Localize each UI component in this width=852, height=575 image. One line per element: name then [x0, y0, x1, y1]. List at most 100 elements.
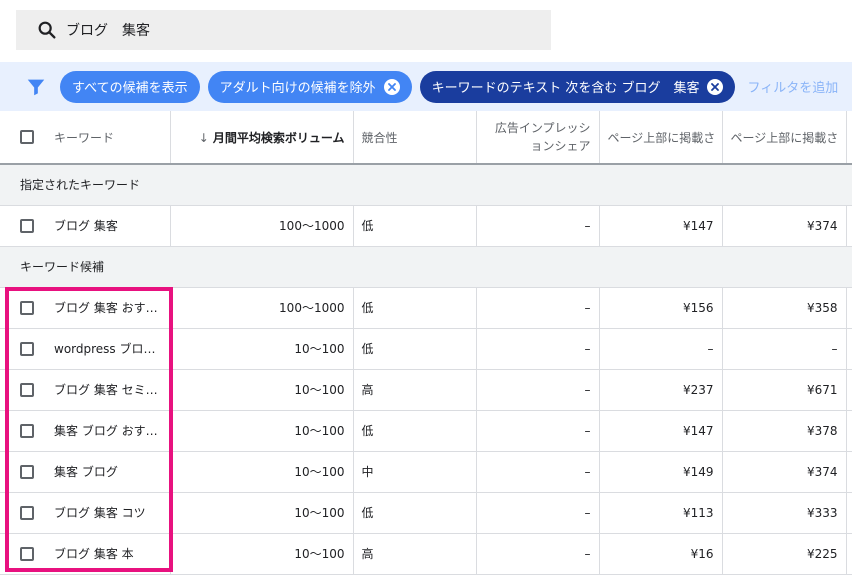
- header-competition[interactable]: 競合性: [353, 111, 477, 165]
- search-icon: [38, 21, 56, 39]
- keyword-text: ブログ 集客 セミナー: [54, 383, 159, 397]
- keyword-cell: 集客 ブログ: [0, 451, 171, 493]
- search-query[interactable]: ブログ 集客: [66, 20, 150, 40]
- row-checkbox[interactable]: [20, 341, 34, 356]
- header-keyword[interactable]: キーワード: [0, 111, 171, 165]
- competition-cell: 高: [353, 533, 477, 575]
- overflow-cell: [846, 533, 852, 575]
- keyword-text: wordpress ブログ 集客: [54, 342, 159, 356]
- top-bid-low-cell: –: [599, 328, 723, 370]
- chip-label: キーワードのテキスト 次を含む ブログ 集客: [431, 81, 700, 96]
- row-checkbox[interactable]: [20, 546, 34, 561]
- close-icon[interactable]: [707, 78, 724, 95]
- close-icon[interactable]: [383, 78, 400, 95]
- top-bid-high-cell: ¥225: [722, 533, 847, 575]
- top-bid-high-cell: –: [722, 328, 847, 370]
- keyword-text: ブログ 集客: [54, 219, 118, 233]
- row-checkbox[interactable]: [20, 505, 34, 520]
- row-checkbox[interactable]: [20, 423, 34, 438]
- top-bid-low-cell: ¥156: [599, 287, 723, 329]
- header-overflow: [846, 111, 852, 165]
- table-row[interactable]: 集客 ブログ おすすめ 10～100 低 – ¥147 ¥378: [0, 410, 852, 452]
- chip-label: すべての候補を表示: [72, 81, 188, 96]
- competition-cell: 中: [353, 451, 477, 493]
- header-impression-share[interactable]: 広告インプレッションシェア: [476, 111, 600, 165]
- keyword-table: キーワード ↓ 月間平均検索ボリューム 競合性 広告インプレッションシェア ページ…: [0, 111, 852, 575]
- row-checkbox[interactable]: [20, 382, 34, 397]
- competition-cell: 高: [353, 369, 477, 411]
- top-bid-low-cell: ¥16: [599, 533, 723, 575]
- keyword-text: 集客 ブログ: [54, 465, 118, 479]
- volume-cell: 10～100: [170, 328, 354, 370]
- row-checkbox[interactable]: [20, 464, 34, 479]
- top-bid-high-cell: ¥378: [722, 410, 847, 452]
- header-top-bid-low[interactable]: ページ上部に掲載さ: [599, 111, 723, 165]
- table-row[interactable]: ブログ 集客 おすすめ 100～1000 低 – ¥156 ¥358: [0, 287, 852, 329]
- overflow-cell: [846, 369, 852, 411]
- impression-share-cell: –: [476, 287, 600, 329]
- section-specified: 指定されたキーワード: [0, 164, 852, 206]
- top-bid-low-cell: ¥147: [599, 205, 723, 247]
- volume-cell: 100～1000: [170, 287, 354, 329]
- volume-cell: 10～100: [170, 492, 354, 534]
- top-bid-high-cell: ¥374: [722, 205, 847, 247]
- select-all-checkbox[interactable]: [20, 130, 34, 144]
- top-bid-high-cell: ¥358: [722, 287, 847, 329]
- top-bid-low-cell: ¥237: [599, 369, 723, 411]
- overflow-cell: [846, 451, 852, 493]
- table-row[interactable]: ブログ 集客 コツ 10～100 低 – ¥113 ¥333: [0, 492, 852, 534]
- keyword-cell: 集客 ブログ おすすめ: [0, 410, 171, 452]
- impression-share-cell: –: [476, 451, 600, 493]
- competition-cell: 低: [353, 410, 477, 452]
- header-top-bid-high[interactable]: ページ上部に掲載さ: [722, 111, 847, 165]
- competition-cell: 低: [353, 328, 477, 370]
- header-volume[interactable]: ↓ 月間平均検索ボリューム: [170, 111, 354, 165]
- sort-arrow-icon: ↓: [198, 130, 209, 145]
- filter-icon[interactable]: [25, 76, 47, 98]
- impression-share-cell: –: [476, 492, 600, 534]
- keyword-cell: ブログ 集客: [0, 205, 171, 247]
- keyword-text: ブログ 集客 コツ: [54, 506, 146, 520]
- keyword-cell: ブログ 集客 おすすめ: [0, 287, 171, 329]
- chip-exclude-adult[interactable]: アダルト向けの候補を除外: [207, 70, 412, 103]
- add-filter-link[interactable]: フィルタを追加: [747, 77, 838, 96]
- volume-cell: 10～100: [170, 410, 354, 452]
- keyword-text: 集客 ブログ おすすめ: [54, 424, 159, 438]
- top-bid-high-cell: ¥671: [722, 369, 847, 411]
- competition-cell: 低: [353, 287, 477, 329]
- top-bid-low-cell: ¥113: [599, 492, 723, 534]
- chip-keyword-contains[interactable]: キーワードのテキスト 次を含む ブログ 集客: [419, 70, 736, 103]
- impression-share-cell: –: [476, 328, 600, 370]
- keyword-text: ブログ 集客 本: [54, 547, 134, 561]
- top-bid-high-cell: ¥333: [722, 492, 847, 534]
- impression-share-cell: –: [476, 533, 600, 575]
- table-row[interactable]: ブログ 集客 セミナー 10～100 高 – ¥237 ¥671: [0, 369, 852, 411]
- keyword-cell: ブログ 集客 コツ: [0, 492, 171, 534]
- overflow-cell: [846, 410, 852, 452]
- top-bid-low-cell: ¥149: [599, 451, 723, 493]
- keyword-cell: ブログ 集客 本: [0, 533, 171, 575]
- volume-cell: 100～1000: [170, 205, 354, 247]
- chip-label: アダルト向けの候補を除外: [219, 81, 376, 96]
- table-row[interactable]: 集客 ブログ 10～100 中 – ¥149 ¥374: [0, 451, 852, 493]
- top-bid-low-cell: ¥147: [599, 410, 723, 452]
- volume-cell: 10～100: [170, 533, 354, 575]
- row-checkbox[interactable]: [20, 218, 34, 233]
- competition-cell: 低: [353, 492, 477, 534]
- overflow-cell: [846, 328, 852, 370]
- competition-cell: 低: [353, 205, 477, 247]
- impression-share-cell: –: [476, 369, 600, 411]
- row-checkbox[interactable]: [20, 300, 34, 315]
- top-bid-high-cell: ¥374: [722, 451, 847, 493]
- keyword-text: ブログ 集客 おすすめ: [54, 301, 159, 315]
- search-bar[interactable]: ブログ 集客: [16, 10, 551, 50]
- volume-cell: 10～100: [170, 451, 354, 493]
- chip-show-all[interactable]: すべての候補を表示: [60, 70, 200, 103]
- overflow-cell: [846, 492, 852, 534]
- table-row[interactable]: wordpress ブログ 集客10～100低–––: [0, 328, 852, 370]
- table-row[interactable]: ブログ 集客 100～1000 低 – ¥147 ¥374: [0, 205, 852, 247]
- table-row[interactable]: ブログ 集客 本 10～100 高 – ¥16 ¥225: [0, 533, 852, 575]
- impression-share-cell: –: [476, 205, 600, 247]
- keyword-cell: wordpress ブログ 集客: [0, 328, 171, 370]
- filter-bar: すべての候補を表示 アダルト向けの候補を除外 キーワードのテキスト 次を含む ブ…: [0, 62, 852, 111]
